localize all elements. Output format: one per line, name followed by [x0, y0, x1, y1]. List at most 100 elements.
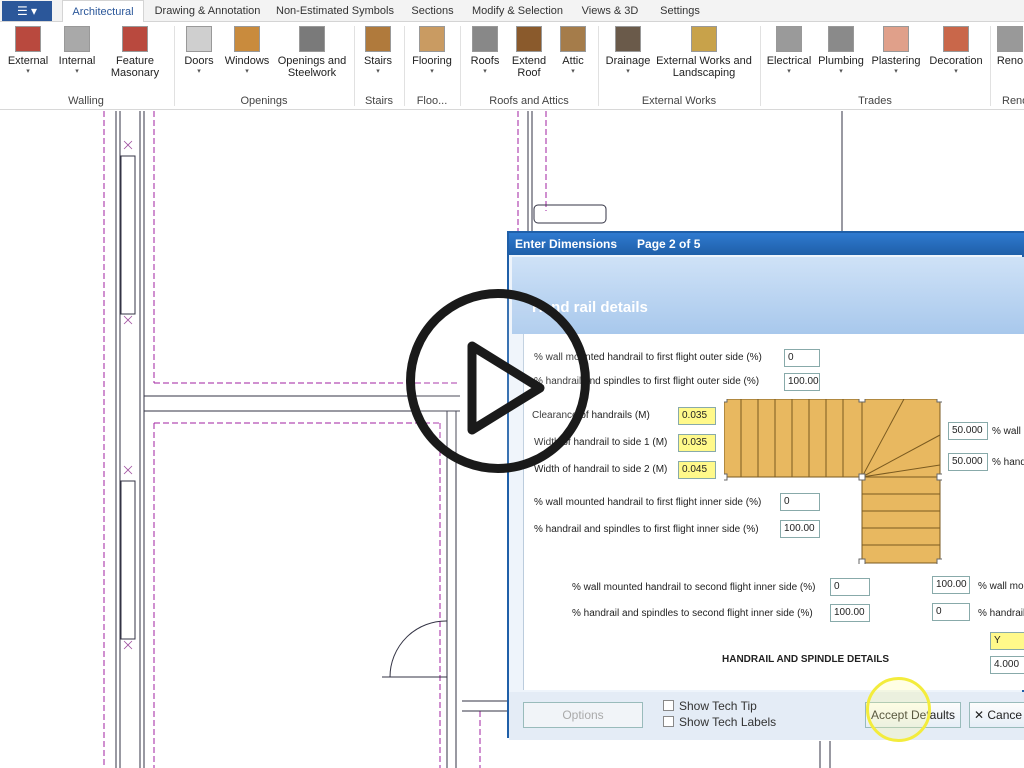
- tab-architectural[interactable]: Architectural: [62, 0, 144, 23]
- decoration-button[interactable]: Decoration ▾: [928, 26, 984, 86]
- input-right-3[interactable]: 100.00: [932, 576, 970, 594]
- steel-beam-icon: [299, 26, 325, 52]
- electrical-button[interactable]: Electrical ▾: [766, 26, 812, 86]
- tab-sections[interactable]: Sections: [405, 0, 460, 22]
- group-external-works: External Works: [641, 95, 717, 107]
- extend-roof-button[interactable]: Extend Roof: [508, 26, 550, 86]
- tab-drawing-annotation[interactable]: Drawing & Annotation: [150, 0, 265, 22]
- cancel-button[interactable]: ✕ Cance: [969, 702, 1024, 728]
- tab-modify-selection[interactable]: Modify & Selection: [465, 0, 570, 22]
- input-right-2[interactable]: 50.000: [948, 453, 988, 471]
- label-handrail-spindles-second-inner: % handrail and spindles to second flight…: [572, 608, 813, 619]
- plumbing-button[interactable]: Plumbing ▾: [818, 26, 864, 86]
- brick-wall-icon: [15, 26, 41, 52]
- input-wall-handrail-first-inner[interactable]: 0: [780, 493, 820, 511]
- drainage-label: Drainage: [605, 55, 651, 67]
- checkbox-icon: [663, 716, 674, 727]
- internal-button[interactable]: Internal ▾: [54, 26, 100, 86]
- checkbox-icon: [663, 700, 674, 711]
- floor-joist-icon: [419, 26, 445, 52]
- options-button[interactable]: Options: [523, 702, 643, 728]
- renovation-icon: [997, 26, 1023, 52]
- stairs-label: Stairs: [363, 55, 393, 67]
- show-tech-labels-checkbox[interactable]: Show Tech Labels: [663, 715, 776, 729]
- input-right-4[interactable]: 0: [932, 603, 970, 621]
- flooring-button[interactable]: Flooring ▾: [410, 26, 454, 86]
- block-wall-icon: [64, 26, 90, 52]
- plastering-button[interactable]: Plastering ▾: [870, 26, 922, 86]
- group-stairs: Stairs: [364, 95, 394, 107]
- group-trades: Trades: [858, 95, 892, 107]
- extend-roof-icon: [516, 26, 542, 52]
- reno-label: Reno: [996, 55, 1024, 67]
- play-icon: [467, 341, 545, 435]
- dialog-title: Enter Dimensions: [515, 237, 618, 251]
- input-width-handrail-side2[interactable]: 0.045: [678, 461, 716, 479]
- cursor-highlight: [866, 677, 931, 742]
- electrical-label: Electrical: [766, 55, 812, 67]
- group-openings: Openings: [240, 95, 288, 107]
- label-wall-handrail-first-inner: % wall mounted handrail to first flight …: [534, 497, 762, 508]
- external-button[interactable]: External ▾: [4, 26, 52, 86]
- drainage-button[interactable]: Drainage ▾: [604, 26, 652, 86]
- external-works-button[interactable]: External Works and Landscaping: [656, 26, 752, 86]
- flooring-label: Flooring: [412, 55, 452, 67]
- label-handrail-spindles-first-inner: % handrail and spindles to first flight …: [534, 524, 759, 535]
- dialog-title-bar[interactable]: Enter Dimensions Page 2 of 5: [509, 233, 1024, 255]
- feature-masonary-button[interactable]: Feature Masonary: [103, 26, 167, 86]
- show-tech-labels-label: Show Tech Labels: [679, 715, 777, 729]
- input-right-5[interactable]: Y: [990, 632, 1024, 650]
- show-tech-tip-label: Show Tech Tip: [679, 699, 757, 713]
- input-wall-handrail-first-outer[interactable]: 0: [784, 349, 820, 367]
- video-play-button[interactable]: [406, 289, 590, 473]
- attic-truss-icon: [560, 26, 586, 52]
- dialog-body: % wall mounted handrail to first flight …: [523, 334, 1024, 690]
- external-works-label: External Works and Landscaping: [656, 55, 752, 79]
- show-tech-tip-checkbox[interactable]: Show Tech Tip: [663, 699, 757, 713]
- roofs-button[interactable]: Roofs ▾: [466, 26, 504, 86]
- group-walling: Walling: [68, 95, 104, 107]
- input-handrail-spindles-first-outer[interactable]: 100.00: [784, 373, 820, 391]
- plumbing-pipe-icon: [828, 26, 854, 52]
- windows-button[interactable]: Windows ▾: [224, 26, 270, 86]
- section-label-handrail-spindle: HANDRAIL AND SPINDLE DETAILS: [722, 654, 890, 665]
- internal-label: Internal: [58, 55, 96, 67]
- input-width-handrail-side1[interactable]: 0.035: [678, 434, 716, 452]
- dialog-header-banner: Hand rail details: [512, 257, 1024, 334]
- input-right-6[interactable]: 4.000: [990, 656, 1024, 674]
- tab-views-3d[interactable]: Views & 3D: [575, 0, 645, 22]
- label-right-4: % handrail: [978, 608, 1024, 619]
- input-wall-handrail-second-inner[interactable]: 0: [830, 578, 870, 596]
- ribbon: External ▾ Internal ▾ Feature Masonary Doo…: [0, 22, 1024, 110]
- doors-label: Doors: [184, 55, 214, 67]
- doors-button[interactable]: Doors ▾: [180, 26, 218, 86]
- extend-roof-label: Extend Roof: [511, 55, 547, 79]
- ribbon-tabbar: ☰ ▾ Architectural Drawing & Annotation N…: [0, 0, 1024, 23]
- input-clearance-handrails[interactable]: 0.035: [678, 407, 716, 425]
- app-menu-button[interactable]: ☰ ▾: [2, 1, 52, 21]
- tab-settings[interactable]: Settings: [650, 0, 710, 22]
- dialog-page-indicator: Page 2 of 5: [637, 237, 701, 251]
- stairs-button[interactable]: Stairs ▾: [360, 26, 396, 86]
- openings-steelwork-button[interactable]: Openings and Steelwork: [276, 26, 348, 86]
- window-icon: [234, 26, 260, 52]
- landscaping-icon: [691, 26, 717, 52]
- attic-button[interactable]: Attic ▾: [556, 26, 590, 86]
- roofs-label: Roofs: [470, 55, 500, 67]
- label-right-1: % wall m: [992, 426, 1024, 437]
- reno-button[interactable]: Reno: [996, 26, 1024, 86]
- drain-pipe-icon: [615, 26, 641, 52]
- plaster-wall-icon: [883, 26, 909, 52]
- tab-non-estimated-symbols[interactable]: Non-Estimated Symbols: [270, 0, 400, 22]
- feature-masonary-label: Feature Masonary: [110, 55, 160, 79]
- enter-dimensions-dialog: Enter Dimensions Page 2 of 5 Hand rail de…: [507, 231, 1024, 740]
- group-roofs-attics: Roofs and Attics: [489, 95, 569, 107]
- door-icon: [186, 26, 212, 52]
- stairs-icon: [365, 26, 391, 52]
- external-label: External: [7, 55, 49, 67]
- input-handrail-spindles-second-inner[interactable]: 100.00: [830, 604, 870, 622]
- input-right-1[interactable]: 50.000: [948, 422, 988, 440]
- label-right-3: % wall mou: [978, 581, 1024, 592]
- group-reno: Reno: [1002, 95, 1024, 107]
- input-handrail-spindles-first-inner[interactable]: 100.00: [780, 520, 820, 538]
